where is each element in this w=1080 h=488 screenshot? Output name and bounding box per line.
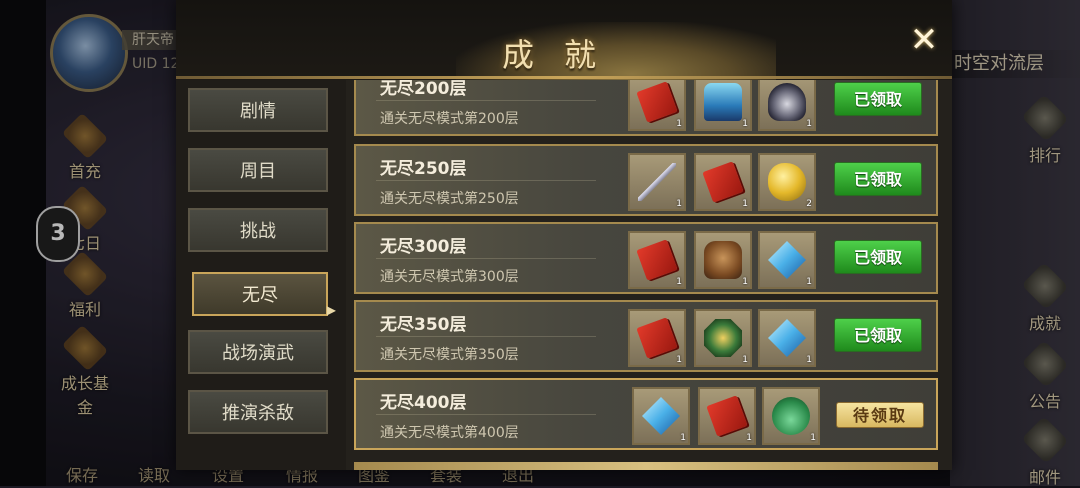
reward-slot[interactable]: 1 [762,387,820,445]
reward-slot[interactable]: 1 [698,387,756,445]
row-description: 通关无尽模式第350层 [380,347,519,363]
claim-button[interactable]: 待领取 [836,402,924,428]
reward-count: 2 [806,199,812,209]
triangle-right-icon: ▶ [326,303,336,317]
dialog-title: 成就 [501,36,626,74]
row-description: 通关无尽模式第250层 [380,191,519,207]
reward-count: 1 [806,119,812,129]
reward-slot[interactable]: 1 [758,80,816,131]
achievement-row: 无尽350层 通关无尽模式第350层 1 1 1 已领取 [354,300,938,372]
claimed-button[interactable]: 已领取 [834,162,922,196]
row-title: 无尽350层 [380,315,467,335]
row-title: 无尽300层 [380,237,467,257]
row-title: 无尽250层 [380,159,467,179]
row-divider [376,258,596,259]
reward-count: 1 [742,277,748,287]
list-bottom-border [354,462,938,470]
row-divider [376,336,596,337]
blue-crystal-icon [768,319,806,357]
blue-robe-icon [704,83,742,121]
row-divider [376,180,596,181]
reward-slot[interactable]: 1 [628,153,686,211]
gold-ingot-icon [768,163,806,201]
dialog-header: 成就 ✕ [176,0,952,80]
blue-crystal-icon [768,241,806,279]
reward-slot[interactable]: 1 [628,80,686,131]
red-book-icon [636,81,678,123]
reward-count: 1 [810,433,816,443]
reward-count: 1 [806,277,812,287]
tab-playthrough[interactable]: 周目 [188,148,328,192]
tab-simulation[interactable]: 推演杀敌 [188,390,328,434]
row-description: 通关无尽模式第400层 [380,425,519,441]
tab-challenge[interactable]: 挑战 [188,208,328,252]
tab-battlefield[interactable]: 战场演武 [188,330,328,374]
row-title: 无尽200层 [380,80,467,99]
reward-slot[interactable]: 1 [628,309,686,367]
reward-slot[interactable]: 1 [694,231,752,289]
tab-endless[interactable]: 无尽 ▶ [192,272,336,317]
reward-count: 1 [676,199,682,209]
claimed-button[interactable]: 已领取 [834,240,922,274]
row-title: 无尽400层 [380,393,467,413]
reward-count: 1 [742,355,748,365]
reward-count: 1 [742,119,748,129]
reward-count: 1 [676,277,682,287]
reward-slot[interactable]: 1 [758,231,816,289]
header-divider [176,76,952,79]
reward-count: 1 [680,433,686,443]
red-book-icon [702,161,744,203]
achievement-row: 无尽400层 通关无尽模式第400层 1 1 1 待领取 [354,378,938,450]
achievement-row: 无尽300层 通关无尽模式第300层 1 1 1 已领取 [354,222,938,294]
category-tabs: 剧情 周目 挑战 无尽 ▶ 战场演武 推演杀敌 [176,80,346,470]
reward-count: 1 [746,433,752,443]
reward-slot[interactable]: 1 [632,387,690,445]
tab-story[interactable]: 剧情 [188,88,328,132]
tab-label: 无尽 [242,285,278,306]
reward-count: 1 [676,119,682,129]
row-divider [376,100,596,101]
blue-crystal-icon [642,397,680,435]
red-book-icon [636,239,678,281]
reward-slot[interactable]: 1 [694,153,752,211]
claimed-button[interactable]: 已领取 [834,82,922,116]
reward-count: 1 [806,355,812,365]
reward-slot[interactable]: 2 [758,153,816,211]
red-book-icon [636,317,678,359]
row-divider [376,414,596,415]
spear-icon [638,163,676,201]
achievement-list[interactable]: 无尽200层 通关无尽模式第200层 1 1 1 已领取 无尽250层 通关无尽… [354,80,940,470]
reward-slot[interactable]: 1 [694,80,752,131]
reward-slot[interactable]: 1 [628,231,686,289]
reward-slot[interactable]: 1 [694,309,752,367]
achievement-dialog: 成就 ✕ 剧情 周目 挑战 无尽 ▶ 战场演武 推演杀敌 无尽200层 通关无尽… [176,0,952,470]
reward-count: 1 [742,199,748,209]
reward-count: 1 [676,355,682,365]
iron-helmet-icon [768,83,806,121]
jade-token-icon [704,319,742,357]
close-icon[interactable]: ✕ [908,23,940,57]
claimed-button[interactable]: 已领取 [834,318,922,352]
row-description: 通关无尽模式第200层 [380,111,519,127]
bronze-armor-icon [704,241,742,279]
reward-slot[interactable]: 1 [758,309,816,367]
achievement-row: 无尽250层 通关无尽模式第250层 1 1 2 已领取 [354,144,938,216]
green-pouch-icon [772,397,810,435]
row-description: 通关无尽模式第300层 [380,269,519,285]
red-book-icon [706,395,748,437]
achievement-row: 无尽200层 通关无尽模式第200层 1 1 1 已领取 [354,80,938,136]
